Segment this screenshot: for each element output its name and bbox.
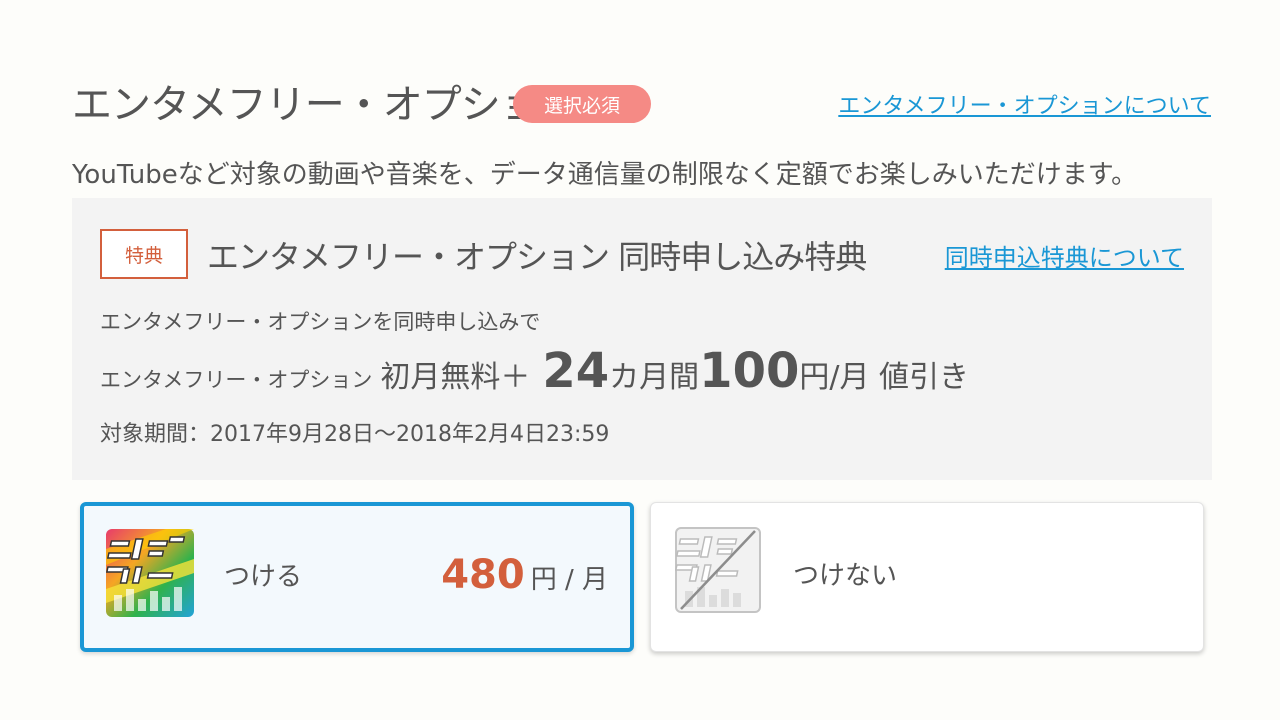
entame-free-logo-icon: [105, 529, 194, 617]
benefit-offer-discount-unit: 円/月 値引き: [799, 360, 970, 395]
option-description: YouTubeなど対象の動画や音楽を、データ通信量の制限なく定額でお楽しみいただ…: [72, 160, 1138, 190]
option-card-add[interactable]: つける 480 円 / 月: [80, 502, 634, 652]
option-none-label: つけない: [793, 561, 898, 591]
benefit-title: エンタメフリー・オプション 同時申し込み特典: [207, 238, 867, 276]
page-title: エンタメフリー・オプション: [72, 82, 579, 128]
benefit-offer-free: 初月無料＋: [380, 360, 531, 395]
benefit-tag: 特典: [100, 229, 188, 279]
benefit-period: 対象期間：2017年9月28日～2018年2月4日23:59: [100, 422, 610, 447]
option-price-unit: 円 / 月: [530, 565, 608, 595]
option-card-none[interactable]: つけない: [650, 502, 1204, 652]
about-option-link[interactable]: エンタメフリー・オプションについて: [838, 88, 1211, 120]
benefit-offer-months-unit: カ月間: [609, 360, 700, 395]
benefit-offer-months: 24: [542, 343, 610, 399]
benefit-panel: 特典 エンタメフリー・オプション 同時申し込み特典 同時申込特典について エンタ…: [72, 198, 1212, 480]
option-add-label: つける: [224, 562, 303, 592]
option-price: 480 円 / 月: [441, 552, 608, 598]
benefit-offer-discount: 100: [699, 343, 800, 399]
required-badge: 選択必須: [513, 85, 651, 123]
entame-free-disabled-logo-icon: [674, 527, 763, 615]
benefit-condition: エンタメフリー・オプションを同時申し込みで: [100, 310, 541, 334]
benefit-offer: エンタメフリー・オプション 初月無料＋ 24 カ月間 100 円/月 値引き: [100, 343, 969, 399]
benefit-details-link[interactable]: 同時申込特典について: [945, 238, 1184, 273]
option-price-value: 480: [441, 552, 525, 598]
benefit-offer-prefix: エンタメフリー・オプション: [100, 368, 373, 392]
